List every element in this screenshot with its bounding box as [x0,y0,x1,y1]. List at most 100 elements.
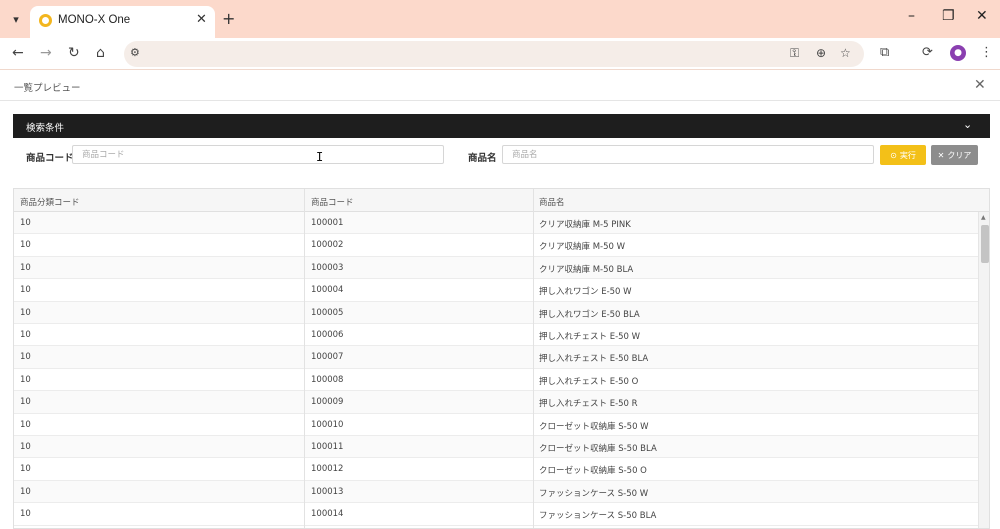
clear-icon: ✕ [937,150,945,160]
table-row[interactable]: 10 100014 ファッションケース S-50 BLA [14,503,978,526]
category-code-cell: 10 [20,419,31,430]
favicon-icon [39,14,52,27]
category-code-cell: 10 [20,352,31,363]
site-info-icon[interactable]: ⚙ [130,46,140,59]
table-row[interactable]: 10 100010 クローゼット収納庫 S-50 W [14,414,978,436]
search-conditions-title: 検索条件 [26,123,65,134]
execute-icon: ⊙ [890,150,897,160]
product-code-input[interactable] [72,145,444,164]
product-code-cell: 100010 [311,419,344,430]
search-conditions-header[interactable]: 検索条件 ⌄ [13,114,990,138]
browser-toolbar: ← → ↻ ⌂ ⚙ ⚿ ⊕ ☆ ⧉ ⟳ ● ⋮ [0,38,1000,70]
table-scrollbar[interactable]: ▲ [978,212,989,528]
table-row[interactable]: 10 100008 押し入れチェスト E-50 O [14,369,978,392]
product-code-cell: 100007 [311,352,344,363]
column-header-category-code[interactable]: 商品分類コード [20,196,80,208]
product-name-input[interactable] [502,145,874,164]
address-bar[interactable]: ⚙ ⚿ ⊕ ☆ [124,41,864,67]
category-code-cell: 10 [20,374,31,385]
category-code-cell: 10 [20,218,31,228]
window-close-button[interactable]: ✕ [976,8,988,24]
close-icon[interactable]: ✕ [974,77,986,93]
product-name-cell: クローゼット収納庫 S-50 BLA [539,444,657,454]
bookmark-star-icon[interactable]: ☆ [840,46,851,60]
product-code-cell: 100011 [311,442,344,452]
execute-label: 実行 [899,150,916,160]
product-code-cell: 100012 [311,464,344,475]
menu-kebab-icon[interactable]: ⋮ [980,45,993,60]
product-code-cell: 100003 [311,262,344,273]
tab-search-button[interactable]: ▾ [6,9,26,29]
column-header-product-name[interactable]: 商品名 [539,196,565,208]
browser-tab[interactable]: MONO-X One ✕ [30,6,215,38]
clear-button[interactable]: ✕ クリア [931,145,978,165]
product-name-cell: 押し入れワゴン E-50 BLA [539,309,640,320]
chevron-down-icon[interactable]: ⌄ [963,118,972,131]
back-icon[interactable]: ← [12,45,24,61]
home-icon[interactable]: ⌂ [96,45,105,61]
table-row[interactable]: 10 100011 クローゼット収納庫 S-50 BLA [14,436,978,459]
clear-label: クリア [947,150,972,160]
product-name-cell: クリア収納庫 M-50 W [539,242,626,253]
forward-icon[interactable]: → [40,45,52,61]
minimize-button[interactable]: – [908,8,915,24]
product-code-label: 商品コード [26,153,74,164]
product-name-cell: クリア収納庫 M-5 PINK [539,220,631,230]
scroll-up-icon[interactable]: ▲ [981,214,986,221]
table-row[interactable]: 10 100007 押し入れチェスト E-50 BLA [14,346,978,369]
table-row[interactable]: 10 100003 クリア収納庫 M-50 BLA [14,256,978,280]
table-row[interactable]: 10 100009 押し入れチェスト E-50 R [14,391,978,414]
product-code-cell: 100005 [311,307,344,318]
product-name-cell: 押し入れチェスト E-50 R [539,399,638,410]
table-row[interactable]: 10 100006 押し入れチェスト E-50 W [14,324,978,347]
product-name-label: 商品名 [468,153,497,164]
tab-title: MONO-X One [58,14,131,26]
page-title: 一覧プレビュー [14,83,81,94]
category-code-cell: 10 [20,464,31,475]
results-table: 商品分類コード 商品コード 商品名 10 100001 クリア収納庫 M-5 PIN… [13,188,990,529]
restore-button[interactable]: ❐ [942,8,955,24]
table-row[interactable]: 10 100005 押し入れワゴン E-50 BLA [14,301,978,324]
product-code-cell: 100014 [311,509,344,520]
extensions-icon[interactable]: ⧉ [880,45,889,60]
category-code-cell: 10 [20,262,31,273]
table-row[interactable]: 10 100004 押し入れワゴン E-50 W [14,279,978,302]
app-header: 一覧プレビュー ✕ [0,71,1000,101]
text-cursor-icon: I [316,150,324,164]
product-name-cell: 押し入れチェスト E-50 O [539,376,639,387]
product-name-cell: クローゼット収納庫 S-50 O [539,466,647,477]
new-tab-button[interactable]: + [222,9,235,28]
product-code-cell: 100001 [311,218,344,228]
browser-tab-bar: ▾ MONO-X One ✕ + – ❐ ✕ [0,0,1000,38]
table-row[interactable]: 10 100002 クリア収納庫 M-50 W [14,234,978,257]
column-header-product-code[interactable]: 商品コード [311,196,354,208]
table-row[interactable]: 10 100001 クリア収納庫 M-5 PINK [14,212,978,235]
table-row[interactable]: 10 100013 ファッションケース S-50 W [14,480,978,504]
chevron-down-icon: ▾ [13,12,19,26]
product-code-cell: 100013 [311,486,344,497]
tab-close-icon[interactable]: ✕ [196,12,207,27]
product-code-cell: 100004 [311,285,344,296]
category-code-cell: 10 [20,307,31,318]
reload-icon[interactable]: ↻ [68,45,80,61]
product-name-cell: クローゼット収納庫 S-50 W [539,421,649,432]
category-code-cell: 10 [20,240,31,251]
password-key-icon[interactable]: ⚿ [790,46,799,61]
product-name-cell: 押し入れチェスト E-50 W [539,332,641,342]
product-name-cell: 押し入れワゴン E-50 W [539,287,632,298]
table-header: 商品分類コード 商品コード 商品名 [14,189,989,212]
category-code-cell: 10 [20,330,31,340]
column-divider [533,189,534,528]
category-code-cell: 10 [20,442,31,452]
column-divider [304,189,305,528]
product-code-cell: 100002 [311,240,344,251]
product-name-cell: ファッションケース S-50 BLA [539,511,657,522]
execute-button[interactable]: ⊙ 実行 [880,145,926,165]
product-code-cell: 100008 [311,374,344,385]
scrollbar-thumb[interactable] [981,225,989,263]
category-code-cell: 10 [20,486,31,497]
zoom-icon[interactable]: ⊕ [816,46,826,60]
profile-avatar-icon[interactable]: ● [950,45,966,61]
performance-icon[interactable]: ⟳ [922,45,933,60]
table-row[interactable]: 10 100012 クローゼット収納庫 S-50 O [14,458,978,481]
